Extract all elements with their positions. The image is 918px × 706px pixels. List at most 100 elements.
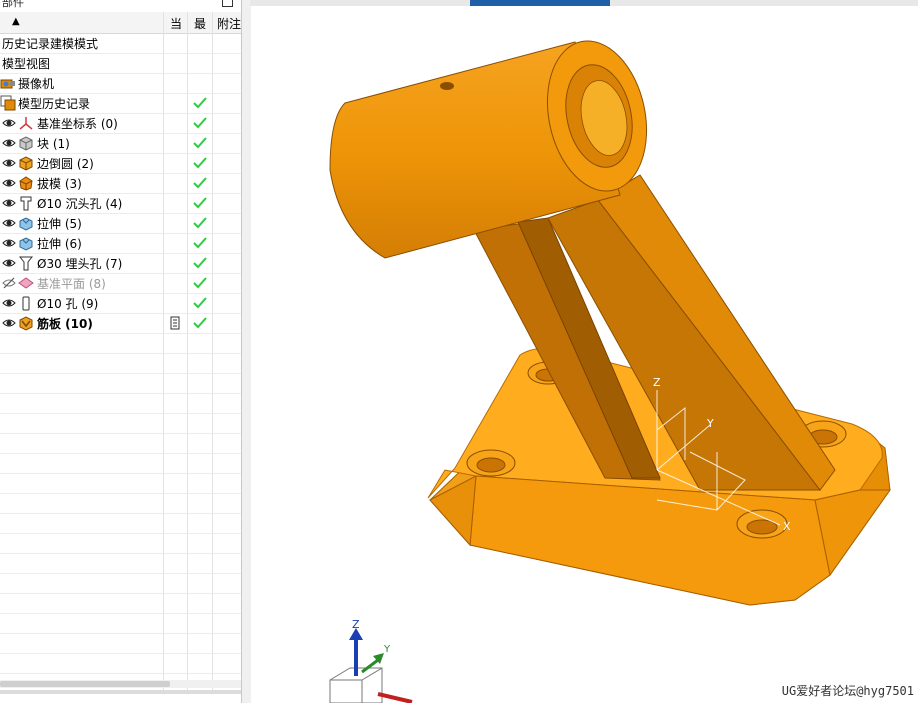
tree-node[interactable]: 摄像机	[0, 73, 241, 94]
tree-node-label: 拉伸 (5)	[37, 217, 82, 231]
tree-node[interactable]: Ø10 孔 (9)	[0, 293, 241, 314]
tree-node-label: Ø10 孔 (9)	[37, 297, 99, 311]
tree-node-label: 模型历史记录	[18, 97, 91, 111]
triad-label-y: Y	[383, 644, 391, 655]
up-to-date-check-icon	[192, 175, 208, 191]
visibility-eye-icon[interactable]	[2, 136, 16, 150]
up-to-date-check-icon	[192, 315, 208, 331]
camera-icon	[0, 75, 16, 91]
up-to-date-check-icon	[192, 275, 208, 291]
column-latest[interactable]: 最	[194, 15, 206, 32]
tree-node[interactable]: 拉伸 (5)	[0, 213, 241, 234]
empty-row	[0, 333, 241, 354]
tree-node[interactable]: 边倒圆 (2)	[0, 153, 241, 174]
empty-row	[0, 473, 241, 494]
sort-ascending-icon[interactable]: ▲	[12, 16, 20, 27]
tree-node-label: 摄像机	[18, 77, 55, 91]
up-to-date-check-icon	[192, 295, 208, 311]
simple-hole-icon	[18, 295, 34, 311]
tree-node[interactable]: Ø30 埋头孔 (7)	[0, 253, 241, 274]
axis-label-z: Z	[653, 376, 661, 389]
up-to-date-check-icon	[192, 115, 208, 131]
empty-row	[0, 453, 241, 474]
up-to-date-check-icon	[192, 195, 208, 211]
counterbore-hole-icon	[18, 195, 34, 211]
visibility-eye-icon[interactable]	[2, 316, 16, 330]
visibility-eye-icon[interactable]	[2, 116, 16, 130]
hidden-eye-icon[interactable]	[2, 276, 16, 290]
model-view[interactable]: Z Y X Z Y	[251, 6, 918, 704]
cross-hole	[440, 82, 454, 90]
tree-node[interactable]: 模型视图	[0, 53, 241, 74]
up-to-date-check-icon	[192, 215, 208, 231]
tree-node[interactable]: 筋板 (10)	[0, 313, 241, 334]
column-attachment[interactable]: 附注	[217, 15, 241, 32]
tree-node-label: 边倒圆 (2)	[37, 157, 94, 171]
tree-node[interactable]: 块 (1)	[0, 133, 241, 154]
empty-row	[0, 653, 241, 674]
navigator-title: 部件	[2, 0, 24, 9]
tree-node-label: Ø30 埋头孔 (7)	[37, 257, 123, 271]
navigator-title-bar: 部件	[0, 0, 241, 9]
up-to-date-check-icon	[192, 255, 208, 271]
visibility-eye-icon[interactable]	[2, 176, 16, 190]
empty-row	[0, 393, 241, 414]
tree-node-label: 块 (1)	[37, 137, 70, 151]
column-current[interactable]: 当	[170, 15, 182, 32]
tree-node-label: 历史记录建模模式	[2, 37, 99, 51]
visibility-eye-icon[interactable]	[2, 296, 16, 310]
empty-row	[0, 593, 241, 614]
empty-row	[0, 513, 241, 534]
draft-icon	[18, 175, 34, 191]
datum-plane-icon	[18, 275, 34, 291]
empty-row	[0, 573, 241, 594]
up-to-date-check-icon	[192, 235, 208, 251]
triad-label-z: Z	[352, 618, 360, 631]
tree-node[interactable]: 拉伸 (6)	[0, 233, 241, 254]
visibility-eye-icon[interactable]	[2, 256, 16, 270]
extrude-icon	[18, 215, 34, 231]
axis-label-x: X	[783, 520, 791, 533]
model-history-icon	[0, 95, 16, 111]
countersink-hole-icon	[18, 255, 34, 271]
tree-node[interactable]: Ø10 沉头孔 (4)	[0, 193, 241, 214]
visibility-eye-icon[interactable]	[2, 156, 16, 170]
part-navigator: 部件 ▲ 当 最 附注 历史记录建模模式 模型视图摄像机模型历史记录基准坐标系 (…	[0, 0, 241, 703]
tree-node-label: 基准坐标系 (0)	[37, 117, 118, 131]
tree-node[interactable]: 基准坐标系 (0)	[0, 113, 241, 134]
tree-node[interactable]: 拔模 (3)	[0, 173, 241, 194]
tree-node[interactable]: 模型历史记录	[0, 93, 241, 114]
visibility-eye-icon[interactable]	[2, 236, 16, 250]
tree-node-label: Ø10 沉头孔 (4)	[37, 197, 123, 211]
datum-csys-icon	[18, 115, 34, 131]
tree-node[interactable]: 基准平面 (8)	[0, 273, 241, 294]
tree-node-label: 筋板 (10)	[37, 317, 93, 331]
block-icon	[18, 135, 34, 151]
empty-row	[0, 533, 241, 554]
up-to-date-check-icon	[192, 155, 208, 171]
view-triad	[329, 628, 413, 704]
tree-node[interactable]: 历史记录建模模式	[0, 33, 241, 54]
extrude-icon	[18, 235, 34, 251]
up-to-date-check-icon	[192, 135, 208, 151]
empty-row	[0, 373, 241, 394]
tree-node-label: 拉伸 (6)	[37, 237, 82, 251]
tree-node-label: 模型视图	[2, 57, 51, 71]
empty-row	[0, 353, 241, 374]
edge-blend-icon	[18, 155, 34, 171]
up-to-date-check-icon	[192, 95, 208, 111]
graphics-window[interactable]: Z Y X Z Y UG爱好者论坛@hyg7501	[251, 6, 918, 704]
tree-node-label: 拔模 (3)	[37, 177, 82, 191]
empty-row	[0, 493, 241, 514]
horizontal-scrollbar-thumb[interactable]	[0, 681, 170, 687]
visibility-eye-icon[interactable]	[2, 196, 16, 210]
empty-row	[0, 413, 241, 434]
navigator-header: ▲ 当 最 附注	[0, 12, 241, 34]
attachment-icon[interactable]	[170, 316, 180, 330]
panel-bottom-edge	[0, 690, 241, 694]
empty-row	[0, 633, 241, 654]
restore-icon[interactable]	[222, 0, 233, 7]
tree-node-label: 基准平面 (8)	[37, 277, 106, 291]
visibility-eye-icon[interactable]	[2, 216, 16, 230]
rib-icon	[18, 315, 34, 331]
